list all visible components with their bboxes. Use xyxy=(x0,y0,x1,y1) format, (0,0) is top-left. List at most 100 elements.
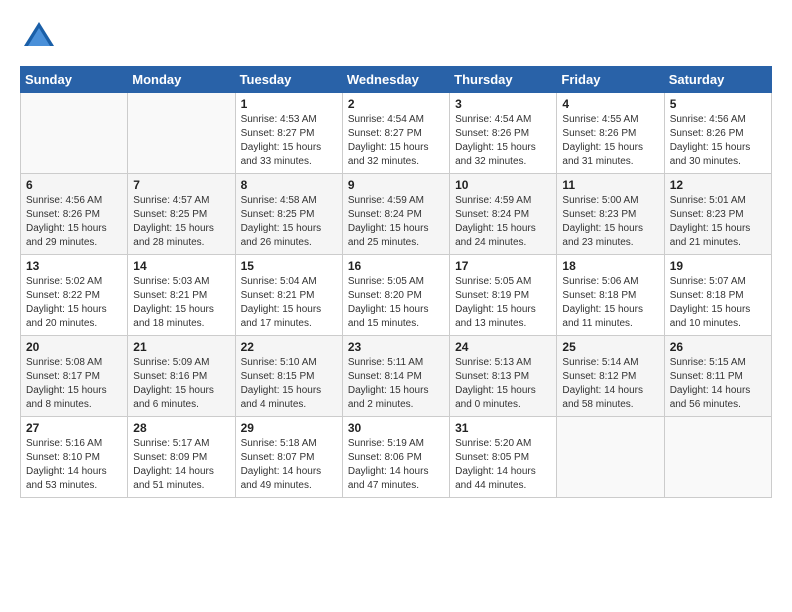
calendar-cell: 9Sunrise: 4:59 AM Sunset: 8:24 PM Daylig… xyxy=(342,174,449,255)
day-number: 28 xyxy=(133,421,229,435)
calendar-cell xyxy=(557,417,664,498)
calendar-cell: 20 Sunrise: 5:08 AM Sunset: 8:17 PM Dayli… xyxy=(21,336,128,417)
week-row-2: 6Sunrise: 4:56 AM Sunset: 8:26 PM Daylig… xyxy=(21,174,772,255)
day-number: 15 xyxy=(241,259,337,273)
day-content: Sunrise: 5:07 AM Sunset: 8:18 PM Dayligh… xyxy=(670,275,766,331)
day-content: Sunrise: 5:10 AM Sunset: 8:15 PM Dayligh… xyxy=(241,356,337,412)
day-content: Sunrise: 5:16 AM Sunset: 8:10 PM Dayligh… xyxy=(26,437,122,493)
calendar-cell: 27 Sunrise: 5:16 AM Sunset: 8:10 PM Dayli… xyxy=(21,417,128,498)
day-content: Sunrise: 5:15 AM Sunset: 8:11 PM Dayligh… xyxy=(670,356,766,412)
day-number: 12 xyxy=(670,178,766,192)
day-content: Sunrise: 4:58 AM Sunset: 8:25 PM Dayligh… xyxy=(241,194,337,250)
calendar-cell: 17Sunrise: 5:05 AM Sunset: 8:19 PM Dayli… xyxy=(450,255,557,336)
day-number: 18 xyxy=(562,259,658,273)
day-number: 16 xyxy=(348,259,444,273)
day-number: 23 xyxy=(348,340,444,354)
day-content: Sunrise: 4:55 AM Sunset: 8:26 PM Dayligh… xyxy=(562,113,658,169)
day-content: Sunrise: 5:01 AM Sunset: 8:23 PM Dayligh… xyxy=(670,194,766,250)
calendar-cell: 21 Sunrise: 5:09 AM Sunset: 8:16 PM Dayli… xyxy=(128,336,235,417)
calendar-cell: 10 Sunrise: 4:59 AM Sunset: 8:24 PM Dayli… xyxy=(450,174,557,255)
calendar-cell: 31 Sunrise: 5:20 AM Sunset: 8:05 PM Dayli… xyxy=(450,417,557,498)
day-content: Sunrise: 5:11 AM Sunset: 8:14 PM Dayligh… xyxy=(348,356,444,412)
day-content: Sunrise: 5:09 AM Sunset: 8:16 PM Dayligh… xyxy=(133,356,229,412)
calendar-cell: 25 Sunrise: 5:14 AM Sunset: 8:12 PM Dayli… xyxy=(557,336,664,417)
calendar-cell: 13 Sunrise: 5:02 AM Sunset: 8:22 PM Dayli… xyxy=(21,255,128,336)
week-row-3: 13 Sunrise: 5:02 AM Sunset: 8:22 PM Dayli… xyxy=(21,255,772,336)
calendar-cell: 12 Sunrise: 5:01 AM Sunset: 8:23 PM Dayli… xyxy=(664,174,771,255)
day-content: Sunrise: 5:19 AM Sunset: 8:06 PM Dayligh… xyxy=(348,437,444,493)
days-header-row: SundayMondayTuesdayWednesdayThursdayFrid… xyxy=(21,67,772,93)
day-content: Sunrise: 5:03 AM Sunset: 8:21 PM Dayligh… xyxy=(133,275,229,331)
calendar-cell: 8Sunrise: 4:58 AM Sunset: 8:25 PM Daylig… xyxy=(235,174,342,255)
calendar-body: 1 Sunrise: 4:53 AM Sunset: 8:27 PM Daylig… xyxy=(21,93,772,498)
day-number: 21 xyxy=(133,340,229,354)
day-content: Sunrise: 4:54 AM Sunset: 8:26 PM Dayligh… xyxy=(455,113,551,169)
day-number: 5 xyxy=(670,97,766,111)
week-row-4: 20 Sunrise: 5:08 AM Sunset: 8:17 PM Dayli… xyxy=(21,336,772,417)
day-content: Sunrise: 5:06 AM Sunset: 8:18 PM Dayligh… xyxy=(562,275,658,331)
calendar-cell: 3 Sunrise: 4:54 AM Sunset: 8:26 PM Daylig… xyxy=(450,93,557,174)
logo xyxy=(20,18,64,56)
day-number: 14 xyxy=(133,259,229,273)
day-number: 20 xyxy=(26,340,122,354)
day-content: Sunrise: 5:17 AM Sunset: 8:09 PM Dayligh… xyxy=(133,437,229,493)
calendar-cell: 28 Sunrise: 5:17 AM Sunset: 8:09 PM Dayli… xyxy=(128,417,235,498)
day-number: 11 xyxy=(562,178,658,192)
day-header-thursday: Thursday xyxy=(450,67,557,93)
day-number: 24 xyxy=(455,340,551,354)
week-row-1: 1 Sunrise: 4:53 AM Sunset: 8:27 PM Daylig… xyxy=(21,93,772,174)
day-content: Sunrise: 5:20 AM Sunset: 8:05 PM Dayligh… xyxy=(455,437,551,493)
day-content: Sunrise: 4:59 AM Sunset: 8:24 PM Dayligh… xyxy=(348,194,444,250)
day-content: Sunrise: 5:05 AM Sunset: 8:20 PM Dayligh… xyxy=(348,275,444,331)
calendar-cell: 5 Sunrise: 4:56 AM Sunset: 8:26 PM Daylig… xyxy=(664,93,771,174)
day-number: 29 xyxy=(241,421,337,435)
day-content: Sunrise: 5:05 AM Sunset: 8:19 PM Dayligh… xyxy=(455,275,551,331)
day-header-wednesday: Wednesday xyxy=(342,67,449,93)
day-number: 25 xyxy=(562,340,658,354)
day-content: Sunrise: 5:04 AM Sunset: 8:21 PM Dayligh… xyxy=(241,275,337,331)
day-content: Sunrise: 4:57 AM Sunset: 8:25 PM Dayligh… xyxy=(133,194,229,250)
day-number: 10 xyxy=(455,178,551,192)
day-header-tuesday: Tuesday xyxy=(235,67,342,93)
calendar-table: SundayMondayTuesdayWednesdayThursdayFrid… xyxy=(20,66,772,498)
header xyxy=(20,18,772,56)
calendar-cell: 26 Sunrise: 5:15 AM Sunset: 8:11 PM Dayli… xyxy=(664,336,771,417)
day-number: 7 xyxy=(133,178,229,192)
day-number: 3 xyxy=(455,97,551,111)
calendar-cell: 4Sunrise: 4:55 AM Sunset: 8:26 PM Daylig… xyxy=(557,93,664,174)
day-number: 31 xyxy=(455,421,551,435)
calendar-cell: 7 Sunrise: 4:57 AM Sunset: 8:25 PM Daylig… xyxy=(128,174,235,255)
calendar-cell: 15 Sunrise: 5:04 AM Sunset: 8:21 PM Dayli… xyxy=(235,255,342,336)
calendar-cell: 1 Sunrise: 4:53 AM Sunset: 8:27 PM Daylig… xyxy=(235,93,342,174)
day-content: Sunrise: 4:56 AM Sunset: 8:26 PM Dayligh… xyxy=(670,113,766,169)
calendar-cell: 23 Sunrise: 5:11 AM Sunset: 8:14 PM Dayli… xyxy=(342,336,449,417)
calendar-cell: 19Sunrise: 5:07 AM Sunset: 8:18 PM Dayli… xyxy=(664,255,771,336)
logo-icon xyxy=(20,18,58,56)
day-number: 27 xyxy=(26,421,122,435)
day-header-sunday: Sunday xyxy=(21,67,128,93)
day-content: Sunrise: 5:13 AM Sunset: 8:13 PM Dayligh… xyxy=(455,356,551,412)
day-content: Sunrise: 5:14 AM Sunset: 8:12 PM Dayligh… xyxy=(562,356,658,412)
day-number: 30 xyxy=(348,421,444,435)
day-content: Sunrise: 5:18 AM Sunset: 8:07 PM Dayligh… xyxy=(241,437,337,493)
day-number: 6 xyxy=(26,178,122,192)
day-number: 1 xyxy=(241,97,337,111)
calendar-cell xyxy=(664,417,771,498)
week-row-5: 27 Sunrise: 5:16 AM Sunset: 8:10 PM Dayli… xyxy=(21,417,772,498)
day-content: Sunrise: 5:08 AM Sunset: 8:17 PM Dayligh… xyxy=(26,356,122,412)
day-content: Sunrise: 4:54 AM Sunset: 8:27 PM Dayligh… xyxy=(348,113,444,169)
day-content: Sunrise: 5:00 AM Sunset: 8:23 PM Dayligh… xyxy=(562,194,658,250)
calendar-cell xyxy=(21,93,128,174)
calendar-header: SundayMondayTuesdayWednesdayThursdayFrid… xyxy=(21,67,772,93)
day-number: 13 xyxy=(26,259,122,273)
day-number: 22 xyxy=(241,340,337,354)
day-content: Sunrise: 5:02 AM Sunset: 8:22 PM Dayligh… xyxy=(26,275,122,331)
day-header-monday: Monday xyxy=(128,67,235,93)
day-header-saturday: Saturday xyxy=(664,67,771,93)
calendar-cell: 29 Sunrise: 5:18 AM Sunset: 8:07 PM Dayli… xyxy=(235,417,342,498)
calendar-cell: 11 Sunrise: 5:00 AM Sunset: 8:23 PM Dayli… xyxy=(557,174,664,255)
day-content: Sunrise: 4:53 AM Sunset: 8:27 PM Dayligh… xyxy=(241,113,337,169)
day-number: 2 xyxy=(348,97,444,111)
day-number: 26 xyxy=(670,340,766,354)
day-content: Sunrise: 4:59 AM Sunset: 8:24 PM Dayligh… xyxy=(455,194,551,250)
